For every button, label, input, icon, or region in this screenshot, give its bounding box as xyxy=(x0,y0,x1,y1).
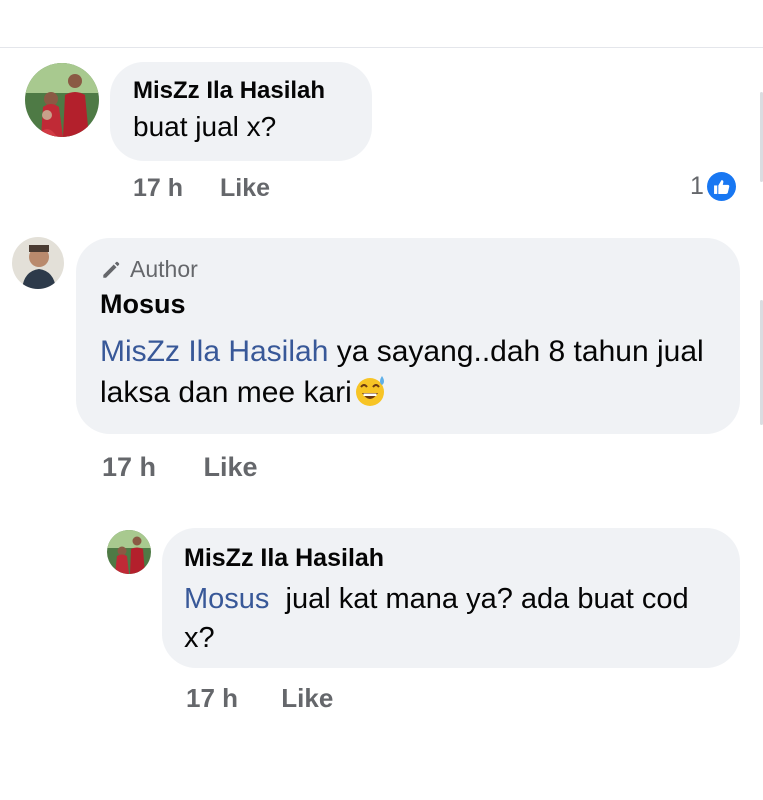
mention-link[interactable]: Mosus xyxy=(184,583,269,615)
comment-time[interactable]: 17 h xyxy=(186,683,238,714)
comment-text: buat jual x? xyxy=(133,111,277,142)
like-button[interactable]: Like xyxy=(204,452,258,483)
comment-bubble: Author Mosus MisZz Ila Hasilah ya sayang… xyxy=(76,238,740,434)
grinning-sweat-emoji xyxy=(354,374,388,420)
comment-author[interactable]: MisZz Ila Hasilah xyxy=(184,544,740,573)
thumbs-up-icon xyxy=(706,172,736,201)
pencil-icon xyxy=(103,261,120,278)
mention-link[interactable]: MisZz Ila Hasilah xyxy=(100,335,328,368)
like-button[interactable]: Like xyxy=(281,683,333,714)
comment-meta: 17 h Like xyxy=(133,174,270,203)
like-button[interactable]: Like xyxy=(220,174,270,203)
comment-meta: 17 h Like xyxy=(186,683,333,714)
top-divider xyxy=(0,47,763,48)
comment-time[interactable]: 17 h xyxy=(133,174,183,203)
couple-avatar-icon xyxy=(25,63,99,137)
couple-avatar-icon xyxy=(107,530,151,574)
comment-bubble: MisZz Ila Hasilah Mosus jual kat mana ya… xyxy=(162,528,740,668)
comment-author[interactable]: Mosus xyxy=(100,289,740,320)
author-badge: Author xyxy=(100,256,740,283)
reaction-count: 1 xyxy=(690,172,704,200)
avatar[interactable] xyxy=(107,530,151,574)
comment-bubble: MisZz Ila Hasilah buat jual x? xyxy=(110,62,372,161)
comment-time[interactable]: 17 h xyxy=(102,452,156,483)
comment-author[interactable]: MisZz Ila Hasilah xyxy=(133,77,372,105)
comment-meta: 17 h Like xyxy=(102,452,258,483)
reaction-summary[interactable]: 1 xyxy=(690,172,736,201)
person-avatar-icon xyxy=(12,237,64,289)
avatar[interactable] xyxy=(25,63,99,137)
comment-text: Mosus jual kat mana ya? ada buat cod x? xyxy=(184,580,714,658)
avatar[interactable] xyxy=(12,237,64,289)
comment-text: MisZz Ila Hasilah ya sayang..dah 8 tahun… xyxy=(100,332,710,419)
author-badge-label: Author xyxy=(130,256,198,282)
